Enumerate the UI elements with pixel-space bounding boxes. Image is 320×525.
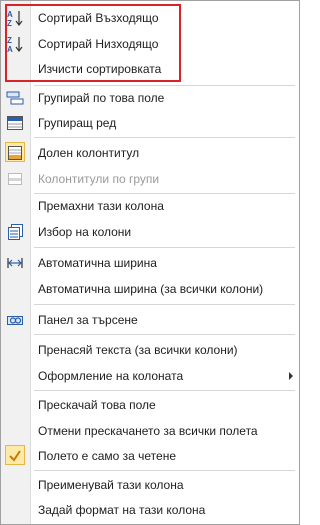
menu-item-footer[interactable]: Долен колонтитул: [1, 141, 299, 165]
menu-item-group-footers: Колонтитули по групи: [1, 167, 299, 191]
menu-item-label: Избор на колони: [38, 225, 132, 239]
menu-item-label: Отмени прескачането за всички полета: [38, 424, 258, 438]
menu-item-label: Групирай по това поле: [38, 91, 165, 105]
group-row-icon: [5, 113, 25, 133]
menu-item-remove-column[interactable]: Премахни тази колона: [1, 194, 299, 218]
menu-item-label: Панел за търсене: [38, 313, 138, 327]
find-panel-icon: [5, 310, 25, 330]
menu-item-label: Долен колонтитул: [38, 146, 140, 160]
menu-item-cancel-skip-all[interactable]: Отмени прескачането за всички полета: [1, 419, 299, 443]
menu-separator: [34, 247, 295, 248]
menu-item-find-panel[interactable]: Панел за търсене: [1, 308, 299, 332]
menu-item-autofit-all-columns[interactable]: Автоматична ширина (за всички колони): [1, 277, 299, 301]
menu-separator: [34, 470, 295, 471]
menu-item-label: Автоматична ширина (за всички колони): [38, 282, 264, 296]
menu-separator: [34, 137, 295, 138]
menu-item-skip-field[interactable]: Прескачай това поле: [1, 393, 299, 417]
highlight-box: [5, 4, 181, 82]
menu-item-group-by-field[interactable]: Групирай по това поле: [1, 86, 299, 110]
menu-separator: [34, 334, 295, 335]
menu-item-label: Премахни тази колона: [38, 199, 164, 213]
menu-item-column-chooser[interactable]: Избор на колони: [1, 220, 299, 244]
autofit-width-icon: [5, 253, 25, 273]
menu-item-group-row[interactable]: Групиращ ред: [1, 111, 299, 135]
menu-item-rename-column[interactable]: Преименувай тази колона: [1, 473, 299, 497]
menu-item-label: Полето е само за четене: [38, 449, 176, 463]
menu-item-label: Автоматична ширина: [38, 256, 157, 270]
menu-item-label: Колонтитули по групи: [38, 172, 160, 186]
menu-item-label: Оформление на колоната: [38, 369, 184, 383]
menu-item-label: Групиращ ред: [38, 116, 117, 130]
menu-separator: [34, 304, 295, 305]
menu-item-label: Пренасяй текста (за всички колони): [38, 343, 238, 357]
menu-item-label: Преименувай тази колона: [38, 478, 184, 492]
context-menu: A Z Сортирай Възходящо Z A Сортирай Низх…: [0, 0, 300, 525]
menu-item-read-only[interactable]: Полето е само за четене: [1, 444, 299, 468]
column-chooser-icon: [5, 222, 25, 242]
menu-item-label: Прескачай това поле: [38, 398, 156, 412]
menu-item-format-column[interactable]: Задай формат на тази колона: [1, 498, 299, 522]
submenu-arrow-icon: [289, 372, 293, 380]
group-footer-icon: [5, 169, 25, 189]
menu-item-label: Задай формат на тази колона: [38, 503, 206, 517]
footer-icon: [5, 143, 25, 163]
checkmark-icon: [5, 446, 25, 466]
menu-item-column-layout[interactable]: Оформление на колоната: [1, 364, 299, 388]
menu-item-wrap-text[interactable]: Пренасяй текста (за всички колони): [1, 338, 299, 362]
menu-separator: [34, 390, 295, 391]
group-by-field-icon: [5, 88, 25, 108]
menu-item-autofit-width[interactable]: Автоматична ширина: [1, 251, 299, 275]
